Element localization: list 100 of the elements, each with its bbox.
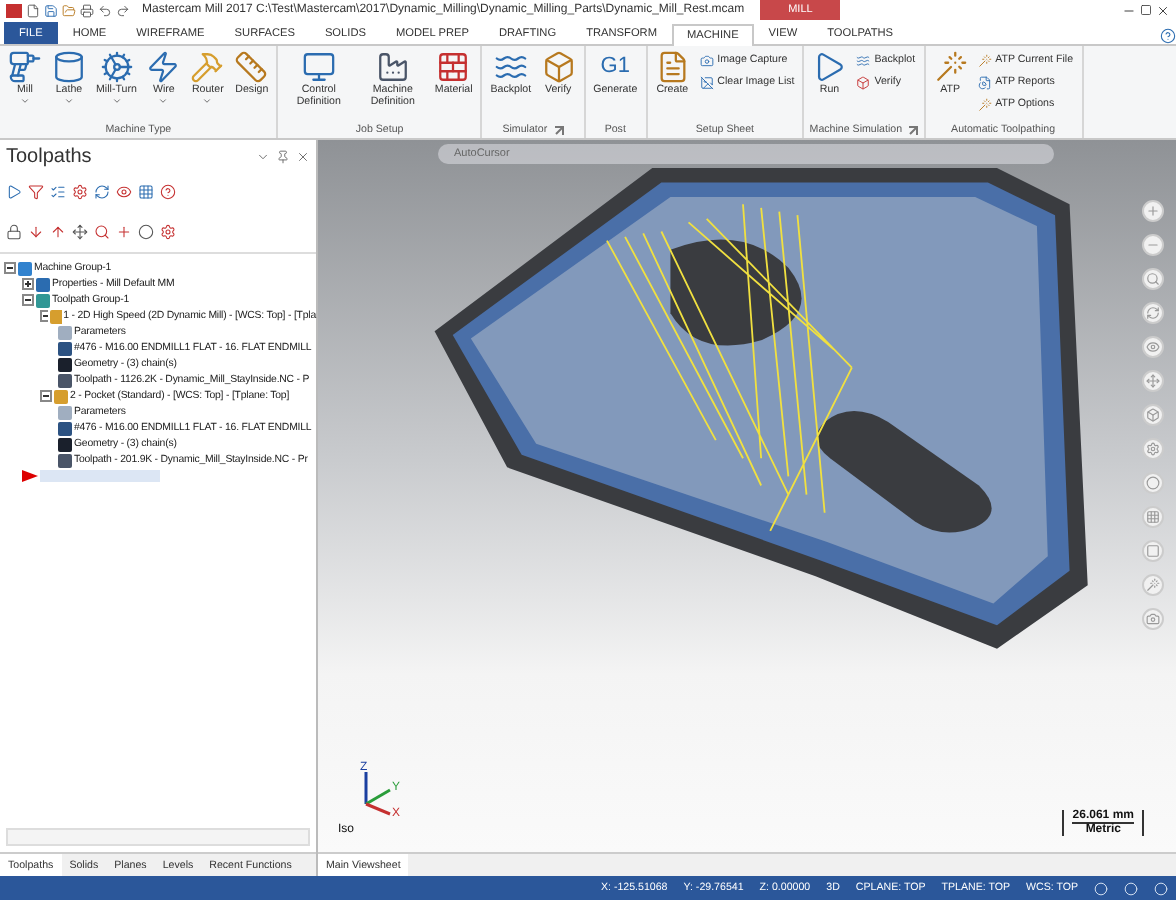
grid-icon: [138, 184, 154, 200]
operation-icon: [50, 309, 62, 323]
view-tool-icon: [1146, 408, 1160, 422]
down-arrow-icon: [28, 224, 44, 240]
view-tool-icon: [1146, 204, 1160, 218]
view-control-button[interactable]: [1142, 234, 1164, 256]
expand-icon[interactable]: [22, 278, 34, 290]
plus-icon: [116, 224, 132, 240]
dropdown-icon: [256, 149, 270, 163]
tool-icon: [58, 421, 72, 435]
view-tool-icon: [1146, 442, 1160, 456]
machine-group-icon: [18, 261, 32, 275]
hammer-icon: [190, 50, 225, 84]
view-tool-icon: [1146, 272, 1160, 286]
app-logo-icon: [6, 3, 22, 17]
play-icon: [6, 184, 22, 200]
help-icon: [160, 184, 176, 200]
dialog-launcher-icon[interactable]: [553, 125, 564, 135]
geometry-icon: [58, 357, 72, 371]
caret-icon: [111, 96, 122, 107]
panel-title: Toolpaths: [6, 145, 92, 167]
view-tool-icon: [1146, 612, 1160, 626]
geometry-icon: [58, 437, 72, 451]
view-control-button[interactable]: [1142, 608, 1164, 630]
undo-icon: [98, 3, 112, 17]
box-icon: [541, 50, 576, 84]
waves-icon: [493, 50, 528, 84]
view-tool-icon: [1146, 374, 1160, 388]
help-icon: [1160, 28, 1176, 44]
sphere-icon: [1094, 881, 1108, 895]
view-control-button[interactable]: [1142, 336, 1164, 358]
view-control-button[interactable]: [1142, 370, 1164, 392]
wand-icon: [933, 50, 968, 84]
view-control-button[interactable]: [1142, 472, 1164, 494]
view-control-button[interactable]: [1142, 574, 1164, 596]
pin-icon: [276, 149, 290, 163]
caret-icon: [20, 96, 30, 107]
up-arrow-icon: [50, 224, 66, 240]
monitor-icon: [301, 50, 336, 84]
tool-icon: [58, 341, 72, 355]
view-control-button[interactable]: [1142, 268, 1164, 290]
maximize-icon: [1140, 4, 1152, 16]
circle-icon: [138, 224, 154, 240]
document-icon: [655, 50, 690, 84]
camera-icon: [699, 53, 714, 67]
collapse-icon[interactable]: [4, 262, 16, 274]
refresh-icon: [94, 184, 110, 200]
view-control-button[interactable]: [1142, 438, 1164, 460]
scrollbar[interactable]: [6, 828, 310, 846]
caret-icon: [158, 96, 169, 107]
eye-icon: [116, 184, 132, 200]
cylinder-icon: [52, 50, 86, 84]
view-tool-icon: [1146, 306, 1160, 320]
drill-icon: [8, 50, 42, 84]
filter-icon: [28, 184, 44, 200]
machine-icon: [375, 50, 410, 84]
view-tool-icon: [1146, 510, 1160, 524]
close-icon: [296, 149, 310, 163]
dialog-launcher-icon[interactable]: [908, 125, 919, 135]
printer-icon: [80, 3, 94, 17]
play-icon: [812, 50, 847, 84]
lightning-icon: [146, 50, 181, 84]
parameters-icon: [58, 325, 72, 339]
report-icon: [977, 75, 992, 89]
box-icon: [856, 75, 871, 89]
insert-arrow-icon: [22, 470, 38, 482]
collapse-icon[interactable]: [22, 294, 34, 306]
redo-icon: [116, 3, 130, 17]
waves-icon: [856, 53, 871, 67]
checklist-icon: [50, 184, 66, 200]
ruler-icon: [234, 50, 269, 84]
search-icon: [94, 224, 110, 240]
operation-icon: [54, 389, 68, 403]
properties-icon: [36, 277, 50, 291]
collapse-icon[interactable]: [40, 390, 52, 402]
view-tool-icon: [1146, 476, 1160, 490]
sphere-icon: [1124, 881, 1138, 895]
toolpath-icon: [58, 373, 72, 387]
view-control-button[interactable]: [1142, 200, 1164, 222]
image-icon: [699, 75, 714, 89]
save-icon: [44, 3, 58, 17]
close-icon: [1156, 3, 1170, 17]
view-tool-icon: [1146, 544, 1160, 558]
brick-icon: [436, 50, 471, 84]
new-file-icon: [26, 3, 40, 17]
toolpath-icon: [58, 453, 72, 467]
view-tool-icon: [1146, 340, 1160, 354]
view-control-button[interactable]: [1142, 506, 1164, 528]
cog-icon: [99, 50, 134, 84]
folder-icon: [62, 3, 76, 17]
view-control-button[interactable]: [1142, 540, 1164, 562]
view-control-button[interactable]: [1142, 302, 1164, 324]
sphere-icon: [1154, 881, 1168, 895]
view-tool-icon: [1146, 238, 1160, 252]
move-icon: [72, 224, 88, 240]
gear-icon: [160, 224, 176, 240]
caret-icon: [64, 96, 74, 107]
view-control-button[interactable]: [1142, 404, 1164, 426]
caret-icon: [202, 96, 213, 107]
lock-icon: [6, 224, 22, 240]
